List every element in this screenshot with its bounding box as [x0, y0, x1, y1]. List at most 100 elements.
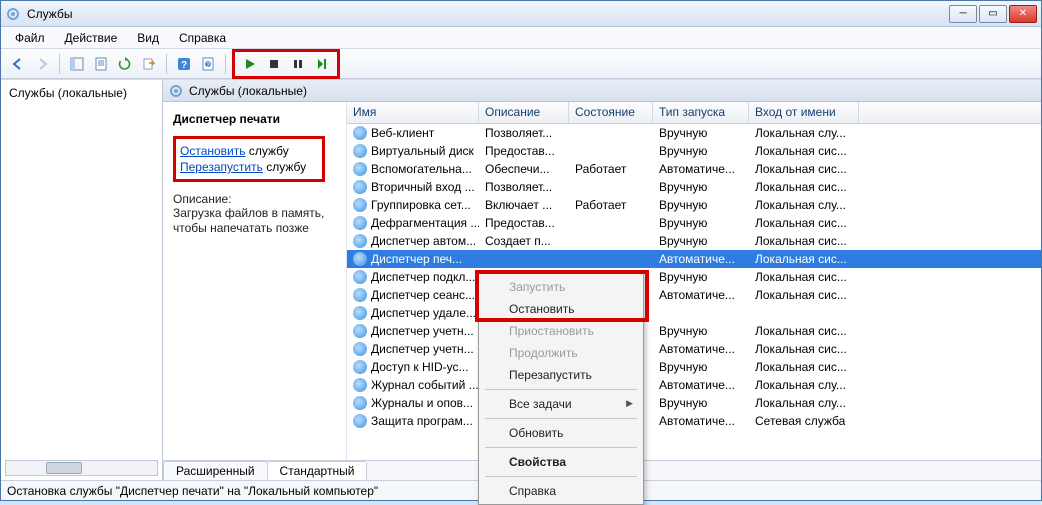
- toolbar-separator: [225, 54, 226, 74]
- pause-service-button[interactable]: [287, 53, 309, 75]
- col-state[interactable]: Состояние: [569, 102, 653, 123]
- scrollbar-thumb[interactable]: [46, 462, 82, 474]
- cell-desc: Предостав...: [479, 142, 569, 160]
- help-button[interactable]: ?: [173, 53, 195, 75]
- cell-startup: Автоматиче...: [653, 376, 749, 394]
- cm-separator: [485, 476, 637, 477]
- cell-logon: Локальная слу...: [749, 376, 859, 394]
- show-hide-tree-button[interactable]: [66, 53, 88, 75]
- cell-logon: Локальная слу...: [749, 394, 859, 412]
- stop-service-line: Остановить службу: [180, 143, 318, 159]
- minimize-button[interactable]: ─: [949, 5, 977, 23]
- description-block: Описание: Загрузка файлов в память, чтоб…: [173, 192, 338, 236]
- cell-desc: Позволяет...: [479, 178, 569, 196]
- cell-logon: Сетевая служба: [749, 412, 859, 430]
- service-row[interactable]: Доступ к HID-ус...ВручнуюЛокальная сис..…: [347, 358, 1041, 376]
- selected-service-name: Диспетчер печати: [173, 112, 338, 126]
- service-row[interactable]: Диспетчер учетн...ВручнуюЛокальная сис..…: [347, 322, 1041, 340]
- cell-startup: Автоматиче...: [653, 250, 749, 268]
- forward-button[interactable]: [31, 53, 53, 75]
- menu-action[interactable]: Действие: [57, 29, 126, 47]
- cell-desc: [479, 250, 569, 268]
- start-service-button[interactable]: [239, 53, 261, 75]
- service-row[interactable]: Группировка сет...Включает ...РаботаетВр…: [347, 196, 1041, 214]
- cm-separator: [485, 418, 637, 419]
- cell-logon: Локальная сис...: [749, 178, 859, 196]
- service-row[interactable]: Диспетчер сеанс...Автоматиче...Локальная…: [347, 286, 1041, 304]
- cell-logon: [749, 304, 859, 322]
- refresh-button[interactable]: [114, 53, 136, 75]
- properties-button[interactable]: [90, 53, 112, 75]
- cm-properties[interactable]: Свойства: [481, 451, 641, 473]
- service-row[interactable]: Дефрагментация ...Предостав...ВручнуюЛок…: [347, 214, 1041, 232]
- close-button[interactable]: ✕: [1009, 5, 1037, 23]
- cell-name: Журналы и опов...: [347, 394, 479, 412]
- service-row[interactable]: Вспомогательна...Обеспечи...РаботаетАвто…: [347, 160, 1041, 178]
- col-name[interactable]: Имя: [347, 102, 479, 123]
- help-topics-button[interactable]: ?: [197, 53, 219, 75]
- cell-logon: Локальная сис...: [749, 340, 859, 358]
- service-row[interactable]: Виртуальный дискПредостав...ВручнуюЛокал…: [347, 142, 1041, 160]
- restart-service-link[interactable]: Перезапустить: [180, 160, 263, 174]
- col-description[interactable]: Описание: [479, 102, 569, 123]
- tree-pane: Службы (локальные): [1, 80, 163, 480]
- cm-restart[interactable]: Перезапустить: [481, 364, 641, 386]
- cm-all-tasks[interactable]: Все задачи: [481, 393, 641, 415]
- cell-desc: Позволяет...: [479, 124, 569, 142]
- window-controls: ─ ▭ ✕: [947, 5, 1037, 23]
- back-button[interactable]: [7, 53, 29, 75]
- service-row[interactable]: Диспетчер подкл...ВручнуюЛокальная сис..…: [347, 268, 1041, 286]
- menu-help[interactable]: Справка: [171, 29, 234, 47]
- service-row[interactable]: Диспетчер учетн...Автоматиче...Локальная…: [347, 340, 1041, 358]
- cell-startup: Вручную: [653, 358, 749, 376]
- service-row[interactable]: Диспетчер автом...Создает п...ВручнуюЛок…: [347, 232, 1041, 250]
- menubar: Файл Действие Вид Справка: [1, 27, 1041, 49]
- cm-separator: [485, 389, 637, 390]
- cell-name: Дефрагментация ...: [347, 214, 479, 232]
- cell-startup: [653, 304, 749, 322]
- app-icon: [5, 6, 21, 22]
- window-title: Службы: [27, 7, 941, 21]
- cell-name: Вторичный вход ...: [347, 178, 479, 196]
- service-row[interactable]: Вторичный вход ...Позволяет...ВручнуюЛок…: [347, 178, 1041, 196]
- stop-service-button[interactable]: [263, 53, 285, 75]
- cell-startup: Вручную: [653, 394, 749, 412]
- menu-view[interactable]: Вид: [129, 29, 167, 47]
- service-row[interactable]: Диспетчер удале...: [347, 304, 1041, 322]
- services-list: Имя Описание Состояние Тип запуска Вход …: [347, 102, 1041, 460]
- cell-name: Вспомогательна...: [347, 160, 479, 178]
- cell-state: Работает: [569, 196, 653, 214]
- col-logon[interactable]: Вход от имени: [749, 102, 859, 123]
- tree-root[interactable]: Службы (локальные): [5, 84, 158, 102]
- maximize-button[interactable]: ▭: [979, 5, 1007, 23]
- cell-startup: Автоматиче...: [653, 340, 749, 358]
- cell-name: Виртуальный диск: [347, 142, 479, 160]
- service-row[interactable]: Веб-клиентПозволяет...ВручнуюЛокальная с…: [347, 124, 1041, 142]
- cell-startup: Вручную: [653, 268, 749, 286]
- service-row[interactable]: Журналы и опов... ВручнуюЛокальная слу...: [347, 394, 1041, 412]
- cm-help[interactable]: Справка: [481, 480, 641, 502]
- description-heading: Описание:: [173, 192, 338, 206]
- cm-stop[interactable]: Остановить: [481, 298, 641, 320]
- cell-logon: Локальная сис...: [749, 160, 859, 178]
- cm-refresh[interactable]: Обновить: [481, 422, 641, 444]
- cell-logon: Локальная сис...: [749, 322, 859, 340]
- tab-standard[interactable]: Стандартный: [267, 461, 368, 480]
- col-startup[interactable]: Тип запуска: [653, 102, 749, 123]
- cell-logon: Локальная сис...: [749, 358, 859, 376]
- service-row[interactable]: Журнал событий ...Автоматиче...Локальная…: [347, 376, 1041, 394]
- export-button[interactable]: [138, 53, 160, 75]
- tab-extended[interactable]: Расширенный: [163, 461, 268, 480]
- stop-service-link[interactable]: Остановить: [180, 144, 246, 158]
- tree-scrollbar[interactable]: [5, 460, 158, 476]
- cell-name: Диспетчер печ...: [347, 250, 479, 268]
- restart-service-button[interactable]: [311, 53, 333, 75]
- cell-state: [569, 124, 653, 142]
- pane-header: Службы (локальные): [163, 80, 1041, 102]
- service-row[interactable]: Диспетчер печ...Автоматиче...Локальная с…: [347, 250, 1041, 268]
- cell-desc: Создает п...: [479, 232, 569, 250]
- service-row[interactable]: Защита програм...Автоматиче...Сетевая сл…: [347, 412, 1041, 430]
- svg-text:?: ?: [206, 62, 210, 69]
- cell-logon: Локальная сис...: [749, 286, 859, 304]
- menu-file[interactable]: Файл: [7, 29, 53, 47]
